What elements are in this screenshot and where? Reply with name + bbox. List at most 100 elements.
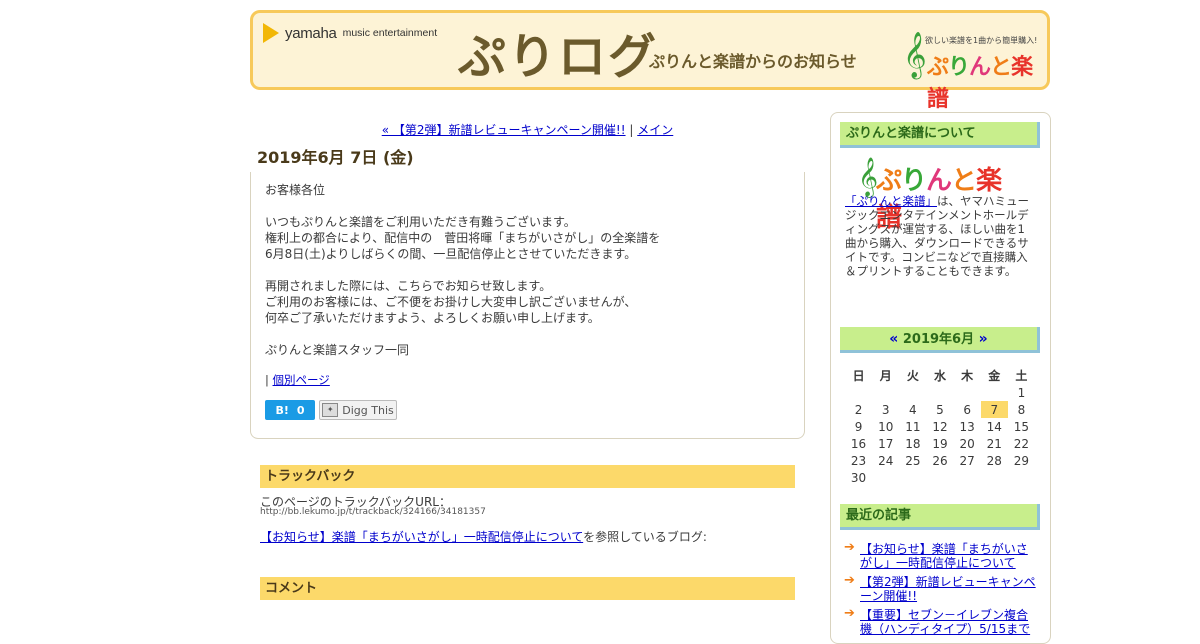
calendar-day [899,384,926,401]
calendar-weekday-row: 日月火水 木金土 [845,367,1035,384]
calendar-day: 21 [986,436,1002,451]
calendar-day [981,384,1008,401]
blog-subtitle: ぷりんと楽譜からのお知らせ [649,52,857,71]
calendar-day: 3 [881,402,890,417]
entry-line: 権利上の都合により、配信中の 菅田将暉「まちがいさがし」の全楽譜を [265,231,661,245]
calendar-day [926,469,953,486]
recent-item: ➔ 【第2弾】新譜レビューキャンペーン開催!! [844,573,1039,604]
blog-title[interactable]: ぷりログ [458,17,658,87]
hatena-count: 0 [296,403,305,417]
entry-body: お客様各位 いつもぷりんと楽譜をご利用いただき有難うございます。 権利上の都合に… [265,182,785,358]
entry-line: お客様各位 [265,183,326,197]
calendar-weekday: 木 [961,369,974,383]
calendar-week: 16 17 18 19 20 21 22 [845,435,1035,452]
calendar-day: 13 [959,419,975,434]
calendar-day: 24 [878,453,894,468]
calendar-day: 8 [1017,402,1026,417]
permalink-link[interactable]: 個別ページ [273,373,330,387]
entry-line: いつもぷりんと楽譜をご利用いただき有難うございます。 [265,215,576,229]
calendar-day [872,384,899,401]
calendar-day [981,469,1008,486]
calendar-heading: « 2019年6月 » [840,327,1040,353]
nav-separator: | [629,123,634,137]
recent-list: ➔ 【お知らせ】楽譜「まちがいさがし」一時配信停止について ➔ 【第2弾】新譜レビュー… [844,540,1039,641]
main-link[interactable]: メイン [637,123,673,137]
calendar-day: 9 [854,419,863,434]
calendar-week: 1 [845,384,1035,401]
yamaha-subtitle: music entertainment [342,27,438,39]
calendar-prev-link[interactable]: « [889,331,898,347]
about-heading: ぷりんと楽譜について [840,122,1040,148]
digg-button[interactable]: ✦ Digg This [319,400,397,420]
entry-line [265,326,785,342]
calendar-day: 5 [936,402,944,417]
calendar-day [872,469,899,486]
calendar-table: 日月火水木金土 1 2 3 4 5 6 7 8 9 10 11 12 13 14 15 16 17 18 19 20 2… [845,367,1035,486]
recent-item-link[interactable]: 【お知らせ】楽譜「まちがいさがし」一時配信停止について [860,542,1028,570]
entry-line [265,262,785,278]
about-brand-logo[interactable]: 𝄞 ぷりんと楽譜 [858,158,1018,233]
calendar-day: 29 [1013,453,1030,468]
entry-box: お客様各位 いつもぷりんと楽譜をご利用いただき有難うございます。 権利上の都合に… [250,172,805,439]
purinto-gakufu-logo[interactable]: 𝄞 ぷりんと楽譜 [903,29,1039,112]
calendar-day [954,384,981,401]
trackback-ref-link[interactable]: 【お知らせ】楽譜「まちがいさがし」一時配信停止について [260,530,583,544]
about-link[interactable]: 「ぷりんと楽譜」 [845,194,937,208]
calendar-day [1008,469,1035,486]
calendar-day: 16 [850,436,867,451]
recent-item-link[interactable]: 【重要】セブン－イレブン複合機（ハンディタイプ）5/15まで [860,608,1030,636]
calendar-weekday: 火 [906,369,919,383]
calendar-week: 9 10 11 12 13 14 15 [845,418,1035,435]
entry-date: 2019年6月 7日 (金) [257,148,414,167]
recent-heading: 最近の記事 [840,504,1040,530]
calendar-week: 23 24 25 26 27 28 29 [845,452,1035,469]
entry-line: 6月8日(土)よりしばらくの間、一旦配信停止とさせていただきます。 [265,247,637,261]
calendar-weekday: 土 [1015,369,1028,383]
hatena-icon: B! [275,403,289,417]
entry-line: 再開されました際には、こちらでお知らせ致します。 [265,279,552,293]
recent-item: ➔ 【重要】セブン－イレブン複合機（ハンディタイプ）5/15まで [844,606,1039,637]
calendar-month-title: 2019年6月 [902,332,975,347]
calendar-day: 23 [850,453,867,468]
arrow-right-icon: ➔ [844,606,855,621]
yamaha-logo[interactable]: yamaha music entertainment [263,23,437,43]
calendar-day [954,469,981,486]
calendar-next-link[interactable]: » [979,331,988,347]
page: yamaha music entertainment ぷりログ ぷりんと楽譜から… [0,0,1200,644]
entry-line: ぷりんと楽譜スタッフ一同 [265,343,410,357]
calendar-day: 20 [959,436,975,451]
trackback-url[interactable]: http://bb.lekumo.jp/t/trackback/324166/3… [260,507,486,517]
calendar-week: 30 [845,469,1035,486]
yamaha-wordmark: yamaha [285,24,337,42]
prev-entry-link[interactable]: « 【第2弾】新譜レビューキャンペーン開催!! [382,123,626,137]
calendar-day [926,384,953,401]
hatena-bookmark-button[interactable]: B! 0 [265,400,315,420]
recent-item-link[interactable]: 【第2弾】新譜レビューキャンペーン開催!! [860,575,1036,603]
calendar-day: 22 [1013,436,1030,451]
calendar-day: 25 [905,453,921,468]
entry-line [265,198,785,214]
permalink-separator: | [265,373,269,387]
calendar-week: 2 3 4 5 678 [845,401,1035,418]
calendar-day: 6 [963,402,971,417]
header-banner[interactable]: yamaha music entertainment ぷりログ ぷりんと楽譜から… [250,10,1050,112]
calendar-day: 28 [986,453,1002,468]
digg-icon: ✦ [322,403,339,417]
trackback-heading: トラックバック [260,465,795,488]
calendar-day: 10 [878,419,894,434]
recent-item: ➔ 【お知らせ】楽譜「まちがいさがし」一時配信停止について [844,540,1039,571]
calendar-day: 15 [1013,419,1030,434]
trackback-ref-suffix: を参照しているブログ: [583,530,707,544]
entry-line: 何卒ご了承いただけますよう、よろしくお願い申し上げます。 [265,311,600,325]
calendar-day-today: 7 [980,401,1008,418]
brand-logo-text: ぷりんと楽譜 [927,55,1033,112]
calendar-day: 30 [850,470,867,485]
calendar-day: 12 [932,419,948,434]
arrow-right-icon: ➔ [844,573,855,588]
arrow-right-icon: ➔ [844,540,855,555]
calendar-day: 26 [932,453,948,468]
calendar-weekday: 月 [879,369,892,383]
calendar-day: 2 [854,402,863,417]
calendar-weekday: 日 [852,369,865,383]
calendar-day: 4 [909,402,917,417]
